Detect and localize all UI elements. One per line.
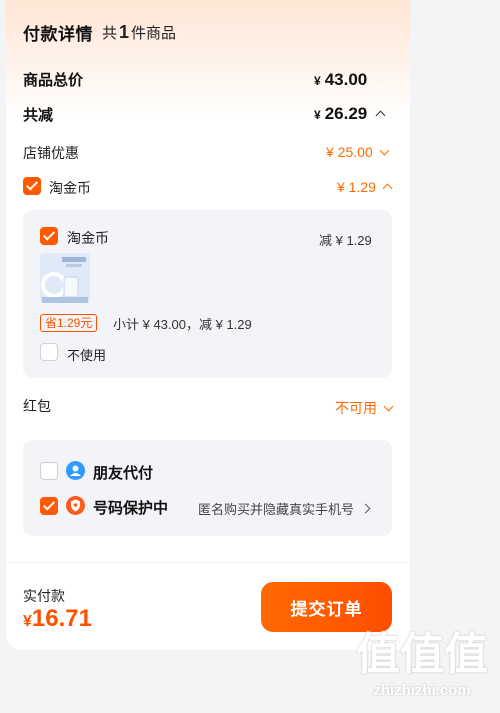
paid-label: 实付款 — [23, 588, 65, 604]
coin-panel: 淘金币 减 ¥ 1.29 省1.29元 小计 ¥ 43.00，减 ¥ 1.29 … — [23, 210, 392, 378]
shop-discount-label: 店铺优惠 — [23, 145, 79, 161]
goods-total-value: 43.00 — [324, 70, 368, 89]
chevron-down-icon — [379, 145, 390, 156]
page-title: 付款详情 — [23, 25, 93, 44]
options-panel: 朋友代付 号码保护中 匿名购买并隐藏真实手机号 — [23, 440, 392, 536]
discount-currency: ¥ — [314, 108, 321, 122]
subtotal-text: 小计 ¥ 43.00，减 ¥ 1.29 — [113, 317, 252, 332]
discount-toggle[interactable]: ¥26.29 — [314, 104, 386, 124]
coin-value: ¥ 1.29 — [337, 179, 376, 195]
not-use-checkbox[interactable] — [40, 343, 58, 361]
footer-divider — [6, 562, 410, 563]
red-packet-toggle[interactable]: 不可用 — [335, 398, 394, 418]
watermark-logo: 值值值 — [356, 630, 488, 679]
friend-pay-label: 朋友代付 — [93, 465, 154, 482]
chevron-up-icon — [382, 183, 393, 194]
paid-amount: ¥16.71 — [23, 605, 92, 633]
privacy-desc-link[interactable]: 匿名购买并隐藏真实手机号 — [198, 499, 371, 518]
header-gradient — [6, 0, 410, 120]
chevron-up-icon — [375, 110, 386, 121]
item-count-prefix: 共 — [102, 25, 118, 42]
chevron-right-icon — [360, 503, 371, 514]
red-packet-label: 红包 — [23, 398, 51, 414]
friend-pay-checkbox[interactable] — [40, 462, 58, 480]
goods-total-price: ¥43.00 — [314, 70, 367, 90]
coin-label: 淘金币 — [49, 180, 91, 196]
shield-icon — [66, 496, 85, 515]
red-packet-status: 不可用 — [335, 400, 377, 416]
not-use-label: 不使用 — [67, 348, 107, 363]
shop-discount-value: ¥ 25.00 — [326, 144, 373, 160]
item-count-suffix: 件商品 — [131, 25, 177, 42]
product-thumbnail — [40, 253, 90, 303]
save-tag: 省1.29元 — [40, 314, 98, 332]
discount-label: 共减 — [23, 107, 54, 124]
discount-value: 26.29 — [324, 104, 368, 123]
item-count: 共 1 件商品 — [102, 22, 176, 43]
paid-currency: ¥ — [23, 613, 32, 630]
payment-details-card: 付款详情 共 1 件商品 商品总价 ¥43.00 共减 ¥26.29 店铺优惠 ¥ … — [6, 0, 410, 650]
privacy-label: 号码保护中 — [93, 500, 169, 517]
submit-order-button[interactable]: 提交订单 — [261, 582, 392, 632]
watermark-site: zhizhizhi.com — [373, 682, 471, 699]
goods-total-label: 商品总价 — [23, 72, 84, 89]
goods-total-currency: ¥ — [314, 74, 321, 88]
coin-item-label: 淘金币 — [67, 230, 109, 246]
coin-checkbox[interactable] — [23, 177, 41, 195]
chevron-down-icon — [383, 401, 394, 412]
privacy-desc: 匿名购买并隐藏真实手机号 — [198, 502, 355, 517]
shop-discount-toggle[interactable]: ¥ 25.00 — [326, 144, 390, 160]
paid-value: 16.71 — [31, 605, 92, 632]
friend-pay-icon — [66, 461, 85, 480]
privacy-checkbox[interactable] — [40, 497, 58, 515]
coin-toggle[interactable]: ¥ 1.29 — [337, 179, 393, 195]
coin-item-checkbox[interactable] — [40, 227, 58, 245]
coin-reduce-text: 减 ¥ 1.29 — [319, 233, 372, 248]
discount-price: ¥26.29 — [314, 104, 367, 124]
item-count-number: 1 — [119, 22, 130, 42]
